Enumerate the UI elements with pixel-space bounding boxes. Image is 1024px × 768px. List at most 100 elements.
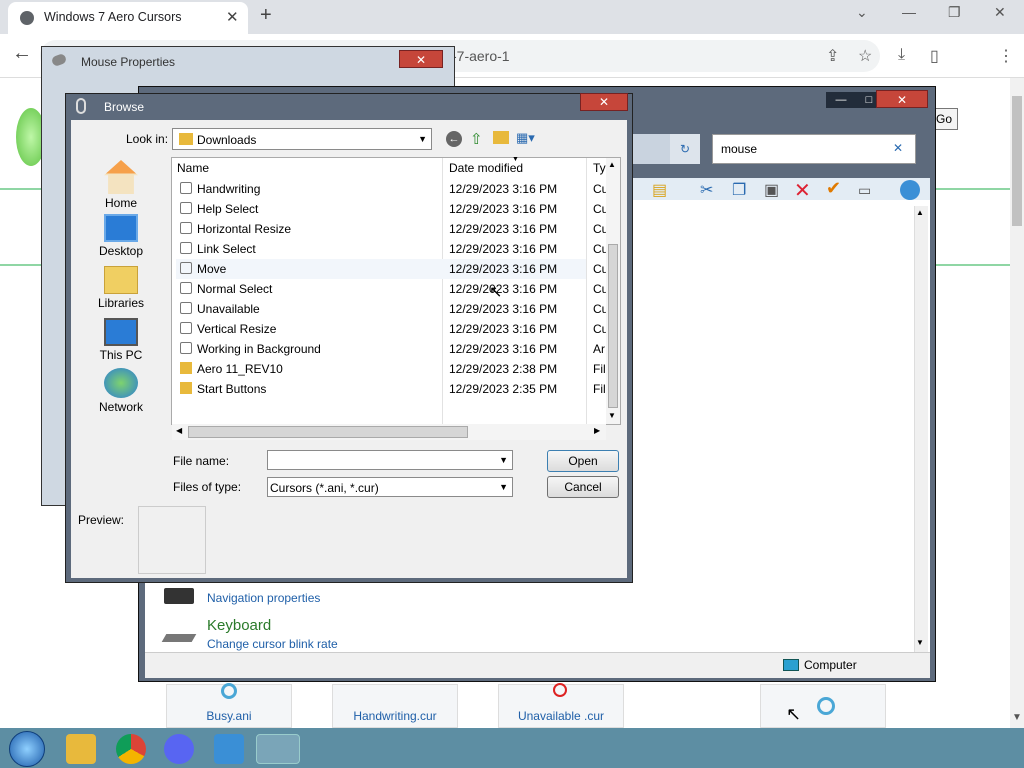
cursor-card[interactable]: Handwriting.cur [332,684,458,728]
file-explorer-icon[interactable] [66,734,96,764]
control-panel-icon[interactable] [214,734,244,764]
side-panel-icon[interactable]: ▯ [930,46,939,66]
file-row[interactable]: Move 12/29/2023 3:16 PM Cu [176,259,608,279]
file-row[interactable]: Link Select 12/29/2023 3:16 PM Cu [176,239,608,259]
view-menu-icon[interactable]: ▦▾ [516,130,535,146]
file-row[interactable]: Horizontal Resize 12/29/2023 3:16 PM Cu [176,219,608,239]
close-button[interactable]: ✕ [580,93,628,111]
column-header-name[interactable]: Name [177,161,209,175]
checkmark-icon[interactable]: ✔ [826,178,841,199]
globe-icon [20,11,34,25]
file-row[interactable]: Unavailable 12/29/2023 3:16 PM Cu [176,299,608,319]
cursor-file-icon [180,282,192,294]
menu-dots-icon[interactable]: ⋮ [998,46,1014,66]
back-icon[interactable]: ← [446,131,462,147]
page-scroll-thumb[interactable] [1012,96,1022,226]
search-box[interactable]: mouse ✕ [712,134,916,164]
globe-icon[interactable] [900,180,920,200]
sidebar-label: Home [104,196,137,210]
share-icon[interactable]: ⇪ [826,46,839,66]
copy-icon[interactable]: ❐ [732,180,746,200]
cancel-button[interactable]: Cancel [547,476,619,498]
close-tab-icon[interactable]: ✕ [226,8,239,26]
bookmark-star-icon[interactable]: ☆ [858,46,872,66]
desktop-icon [104,214,138,242]
cursor-card[interactable] [760,684,886,728]
column-header-date[interactable]: Date modified [449,161,523,175]
cursor-card-label[interactable]: Handwriting.cur [333,709,457,723]
file-date: 12/29/2023 3:16 PM [449,242,558,256]
scroll-up-icon[interactable]: ▲ [608,160,616,169]
file-name-input[interactable]: ▼ [267,450,513,470]
scroll-down-icon[interactable]: ▼ [608,411,616,420]
browser-tab[interactable]: Windows 7 Aero Cursors ✕ [8,2,248,34]
cursor-card-label[interactable]: Busy.ani [167,709,291,723]
chevron-down-icon[interactable]: ▼ [499,455,508,465]
list-scroll-thumb[interactable] [608,244,618,408]
scroll-down-icon[interactable]: ▼ [1012,712,1022,723]
sidebar-item-home[interactable]: Home [75,160,167,210]
look-in-dropdown[interactable]: Downloads ▼ [172,128,432,150]
navigation-properties-link[interactable]: Navigation properties [207,591,320,605]
column-divider [586,158,587,424]
start-button[interactable] [9,731,45,767]
up-folder-icon[interactable]: ⇧ [470,130,483,148]
new-tab-icon[interactable]: + [260,4,272,27]
cursor-card-label[interactable]: Unavailable .cur [499,709,623,723]
scroll-left-icon[interactable]: ◀ [176,426,182,435]
sidebar-item-desktop[interactable]: Desktop [75,214,167,258]
file-name: Start Buttons [197,382,267,396]
file-type: Fil [593,362,606,376]
close-window-icon[interactable]: ✕ [994,4,1006,21]
folder-icon[interactable]: ▤ [652,180,667,200]
sidebar-item-this-pc[interactable]: This PC [75,318,167,362]
keyboard-heading[interactable]: Keyboard [207,617,271,634]
cursor-file-icon [180,262,192,274]
sidebar-item-network[interactable]: Network [75,368,167,414]
cursor-file-icon [180,202,192,214]
minimize-button[interactable]: — [826,92,856,108]
content-scrollbar[interactable] [914,206,928,652]
clear-search-icon[interactable]: ✕ [893,141,903,155]
open-button[interactable]: Open [547,450,619,472]
cursor-card[interactable]: Busy.ani [166,683,292,728]
file-row[interactable]: Handwriting 12/29/2023 3:16 PM Cu [176,179,608,199]
cursor-file-icon [180,322,192,334]
file-row[interactable]: Aero 11_REV10 12/29/2023 2:38 PM Fil [176,359,606,379]
new-folder-icon[interactable] [493,131,509,144]
scroll-right-icon[interactable]: ▶ [594,426,600,435]
libraries-icon [104,266,138,294]
back-arrow-icon[interactable]: ← [12,42,32,65]
close-button[interactable]: ✕ [399,50,443,68]
dialog-title: Browse [104,100,145,114]
cut-icon[interactable]: ✂ [700,180,713,200]
restore-icon[interactable]: ❐ [948,4,961,21]
scroll-up-icon[interactable]: ▲ [916,208,924,217]
properties-icon[interactable]: ▭ [858,182,871,199]
change-cursor-blink-link[interactable]: Change cursor blink rate [207,637,338,651]
files-of-type-label: Files of type: [173,480,242,494]
file-row[interactable]: Start Buttons 12/29/2023 2:35 PM Fil [176,379,606,399]
download-icon[interactable]: ⤓ [898,46,905,64]
file-row[interactable]: Working in Background 12/29/2023 3:16 PM A… [176,339,605,359]
paste-icon[interactable]: ▣ [764,180,779,200]
search-input[interactable]: mouse [721,142,757,156]
discord-icon[interactable] [164,734,194,764]
files-of-type-dropdown[interactable]: Cursors (*.ani, *.cur) ▼ [267,477,513,497]
close-button[interactable]: ✕ [876,90,928,108]
address-dropdown[interactable] [630,134,670,164]
scroll-down-icon[interactable]: ▼ [916,638,924,647]
minimize-icon[interactable]: — [902,4,916,20]
file-row[interactable]: Vertical Resize 12/29/2023 3:16 PM Cu [176,319,608,339]
list-hscroll-thumb[interactable] [188,426,468,438]
refresh-icon[interactable]: ↻ [670,134,700,164]
mouse-taskbar-icon[interactable] [256,734,300,764]
tab-title: Windows 7 Aero Cursors [44,10,182,24]
column-header-type[interactable]: Ty [593,161,606,175]
chrome-icon[interactable] [116,734,146,764]
sidebar-item-libraries[interactable]: Libraries [75,266,167,310]
tab-search-icon[interactable]: ⌄ [856,4,868,21]
file-row[interactable]: Help Select 12/29/2023 3:16 PM Cu [176,199,608,219]
cursor-card[interactable]: Unavailable .cur [498,683,624,728]
file-row[interactable]: Normal Select 12/29/2023 3:16 PM Cu [176,279,608,299]
